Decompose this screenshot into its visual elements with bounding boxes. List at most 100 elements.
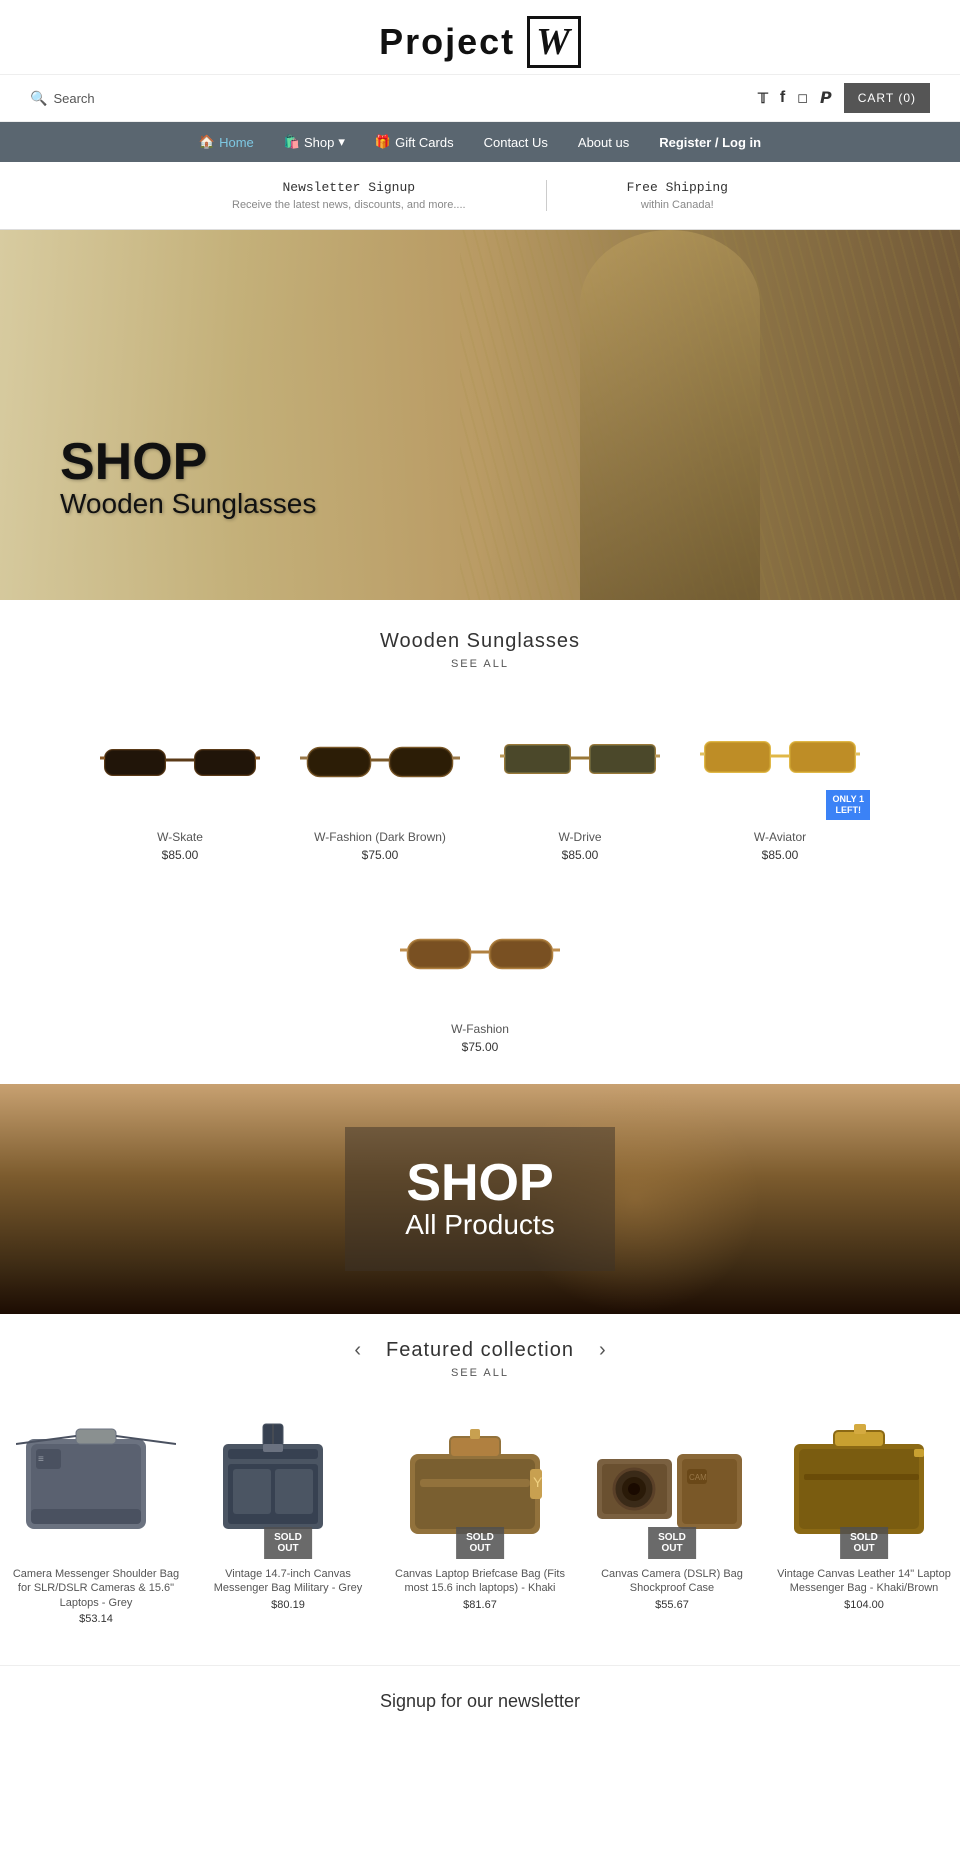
newsletter-title: Signup for our newsletter: [0, 1691, 960, 1712]
promo-bar: Newsletter Signup Receive the latest new…: [0, 162, 960, 230]
product-canvas-laptop-briefcase-img: Y SOLDOUT: [392, 1409, 568, 1559]
facebook-icon[interactable]: f: [780, 89, 785, 107]
camera-messenger-svg: ≡: [16, 1419, 176, 1549]
home-icon: 🏠: [199, 134, 215, 150]
nav-shop[interactable]: 🛍️ Shop ▾: [284, 134, 345, 150]
sunglasses-product-grid: W-Skate $85.00 W-Fashion (Dark Brown) $7…: [0, 690, 960, 892]
site-logo: Project W: [0, 20, 960, 64]
product-camera-messenger-img: ≡: [8, 1409, 184, 1559]
svg-text:Y: Y: [533, 1474, 543, 1490]
product-canvas-camera-dslr[interactable]: CAM SOLDOUT Canvas Camera (DSLR) Bag Sho…: [576, 1409, 768, 1625]
featured-header: ‹ Featured collection ›: [0, 1339, 960, 1362]
hero2-sub-label: All Products: [405, 1209, 554, 1241]
top-bar: 🔍 Search 𝕋 f ◻ 𝙋 CART (0): [0, 74, 960, 122]
search-icon: 🔍: [30, 90, 47, 107]
w-fashion-dark-glasses-svg: [300, 730, 460, 790]
site-header: Project W: [0, 0, 960, 74]
product-w-fashion-price: $75.00: [390, 1040, 570, 1054]
badge-sold-out-dslr: SOLDOUT: [648, 1527, 696, 1559]
svg-text:≡: ≡: [38, 1454, 44, 1465]
promo-shipping: Free Shipping within Canada!: [547, 180, 808, 211]
product-w-fashion-dark-price: $75.00: [290, 848, 470, 862]
shop-icon: 🛍️: [284, 134, 300, 150]
product-vintage-canvas-leather-name: Vintage Canvas Leather 14" Laptop Messen…: [776, 1567, 952, 1596]
cart-button[interactable]: CART (0): [844, 83, 930, 113]
social-icons: 𝕋 f ◻ 𝙋 CART (0): [758, 83, 930, 113]
product-canvas-laptop-briefcase-name: Canvas Laptop Briefcase Bag (Fits most 1…: [392, 1567, 568, 1596]
svg-text:CAM: CAM: [689, 1473, 707, 1482]
product-w-aviator-name: W-Aviator: [690, 830, 870, 844]
product-canvas-camera-dslr-img: CAM SOLDOUT: [584, 1409, 760, 1559]
product-w-skate-name: W-Skate: [90, 830, 270, 844]
product-vintage-canvas-leather-img: SOLDOUT: [776, 1409, 952, 1559]
product-vintage-canvas-military-name: Vintage 14.7-inch Canvas Messenger Bag M…: [200, 1567, 376, 1596]
nav-contact[interactable]: Contact Us: [484, 134, 548, 150]
twitter-icon[interactable]: 𝕋: [758, 90, 768, 107]
product-camera-messenger-price: $53.14: [8, 1613, 184, 1625]
product-w-drive[interactable]: W-Drive $85.00: [490, 700, 670, 862]
product-vintage-canvas-military[interactable]: SOLDOUT Vintage 14.7-inch Canvas Messeng…: [192, 1409, 384, 1625]
promo-newsletter[interactable]: Newsletter Signup Receive the latest new…: [152, 180, 547, 211]
product-w-skate-img: [90, 700, 270, 820]
product-vintage-canvas-military-img: SOLDOUT: [200, 1409, 376, 1559]
product-w-fashion[interactable]: W-Fashion $75.00: [390, 892, 570, 1054]
product-canvas-camera-dslr-price: $55.67: [584, 1599, 760, 1611]
featured-next-arrow[interactable]: ›: [594, 1339, 611, 1362]
hero-shop-label: SHOP: [60, 436, 316, 488]
search-label: Search: [53, 91, 94, 106]
see-all-featured[interactable]: SEE ALL: [0, 1367, 960, 1379]
pinterest-icon[interactable]: 𝙋: [820, 88, 832, 108]
product-w-aviator-img: ONLY 1 LEFT!: [690, 700, 870, 820]
product-w-aviator[interactable]: ONLY 1 LEFT! W-Aviator $85.00: [690, 700, 870, 862]
hero2-shop-label: SHOP: [405, 1157, 554, 1209]
badge-sold-out-leather: SOLDOUT: [840, 1527, 888, 1559]
newsletter-section: Signup for our newsletter: [0, 1665, 960, 1737]
nav-register[interactable]: Register / Log in: [659, 134, 761, 150]
badge-only1: ONLY 1 LEFT!: [826, 790, 870, 820]
product-w-fashion-dark-img: [290, 700, 470, 820]
hero-banner-all-products[interactable]: SHOP All Products: [0, 1084, 960, 1314]
promo-shipping-sub: within Canada!: [627, 199, 728, 211]
dropdown-icon: ▾: [338, 134, 345, 150]
instagram-icon[interactable]: ◻: [797, 90, 808, 106]
promo-shipping-title: Free Shipping: [627, 180, 728, 195]
w-aviator-glasses-svg: [700, 730, 860, 790]
product-w-fashion-name: W-Fashion: [390, 1022, 570, 1036]
hero-sub-label: Wooden Sunglasses: [60, 488, 316, 520]
w-drive-glasses-svg: [500, 730, 660, 790]
product-w-fashion-img: [390, 892, 570, 1012]
product-w-drive-name: W-Drive: [490, 830, 670, 844]
product-w-skate[interactable]: W-Skate $85.00: [90, 700, 270, 862]
w-skate-glasses-svg: [100, 730, 260, 790]
badge-sold-out-briefcase: SOLDOUT: [456, 1527, 504, 1559]
product-vintage-canvas-military-price: $80.19: [200, 1599, 376, 1611]
promo-newsletter-title: Newsletter Signup: [232, 180, 466, 195]
featured-section: ‹ Featured collection › SEE ALL ≡ Camera…: [0, 1339, 960, 1655]
product-w-fashion-dark[interactable]: W-Fashion (Dark Brown) $75.00: [290, 700, 470, 862]
product-canvas-laptop-briefcase-price: $81.67: [392, 1599, 568, 1611]
nav-about[interactable]: About us: [578, 134, 629, 150]
product-canvas-laptop-briefcase[interactable]: Y SOLDOUT Canvas Laptop Briefcase Bag (F…: [384, 1409, 576, 1625]
featured-prev-arrow[interactable]: ‹: [349, 1339, 366, 1362]
nav-gift-cards[interactable]: 🎁 Gift Cards: [375, 134, 454, 150]
badge-sold-out-military: SOLDOUT: [264, 1527, 312, 1559]
search-area[interactable]: 🔍 Search: [30, 90, 95, 107]
featured-product-grid: ≡ Camera Messenger Shoulder Bag for SLR/…: [0, 1399, 960, 1655]
section-title-sunglasses: Wooden Sunglasses: [0, 630, 960, 653]
product-w-drive-price: $85.00: [490, 848, 670, 862]
w-fashion-glasses-svg: [400, 922, 560, 982]
product-vintage-canvas-leather[interactable]: SOLDOUT Vintage Canvas Leather 14" Lapto…: [768, 1409, 960, 1625]
hero-banner-sunglasses[interactable]: SHOP Wooden Sunglasses: [0, 230, 960, 600]
product-w-fashion-dark-name: W-Fashion (Dark Brown): [290, 830, 470, 844]
see-all-sunglasses[interactable]: SEE ALL: [0, 658, 960, 670]
giftcard-icon: 🎁: [375, 134, 391, 150]
product-canvas-camera-dslr-name: Canvas Camera (DSLR) Bag Shockproof Case: [584, 1567, 760, 1596]
main-navigation: 🏠 Home 🛍️ Shop ▾ 🎁 Gift Cards Contact Us…: [0, 122, 960, 162]
product-camera-messenger[interactable]: ≡ Camera Messenger Shoulder Bag for SLR/…: [0, 1409, 192, 1625]
promo-newsletter-sub: Receive the latest news, discounts, and …: [232, 199, 466, 211]
hero2-text: SHOP All Products: [345, 1127, 614, 1271]
product-w-aviator-price: $85.00: [690, 848, 870, 862]
nav-home[interactable]: 🏠 Home: [199, 134, 254, 150]
logo-bold: W: [527, 16, 581, 68]
hero-text: SHOP Wooden Sunglasses: [60, 436, 316, 520]
